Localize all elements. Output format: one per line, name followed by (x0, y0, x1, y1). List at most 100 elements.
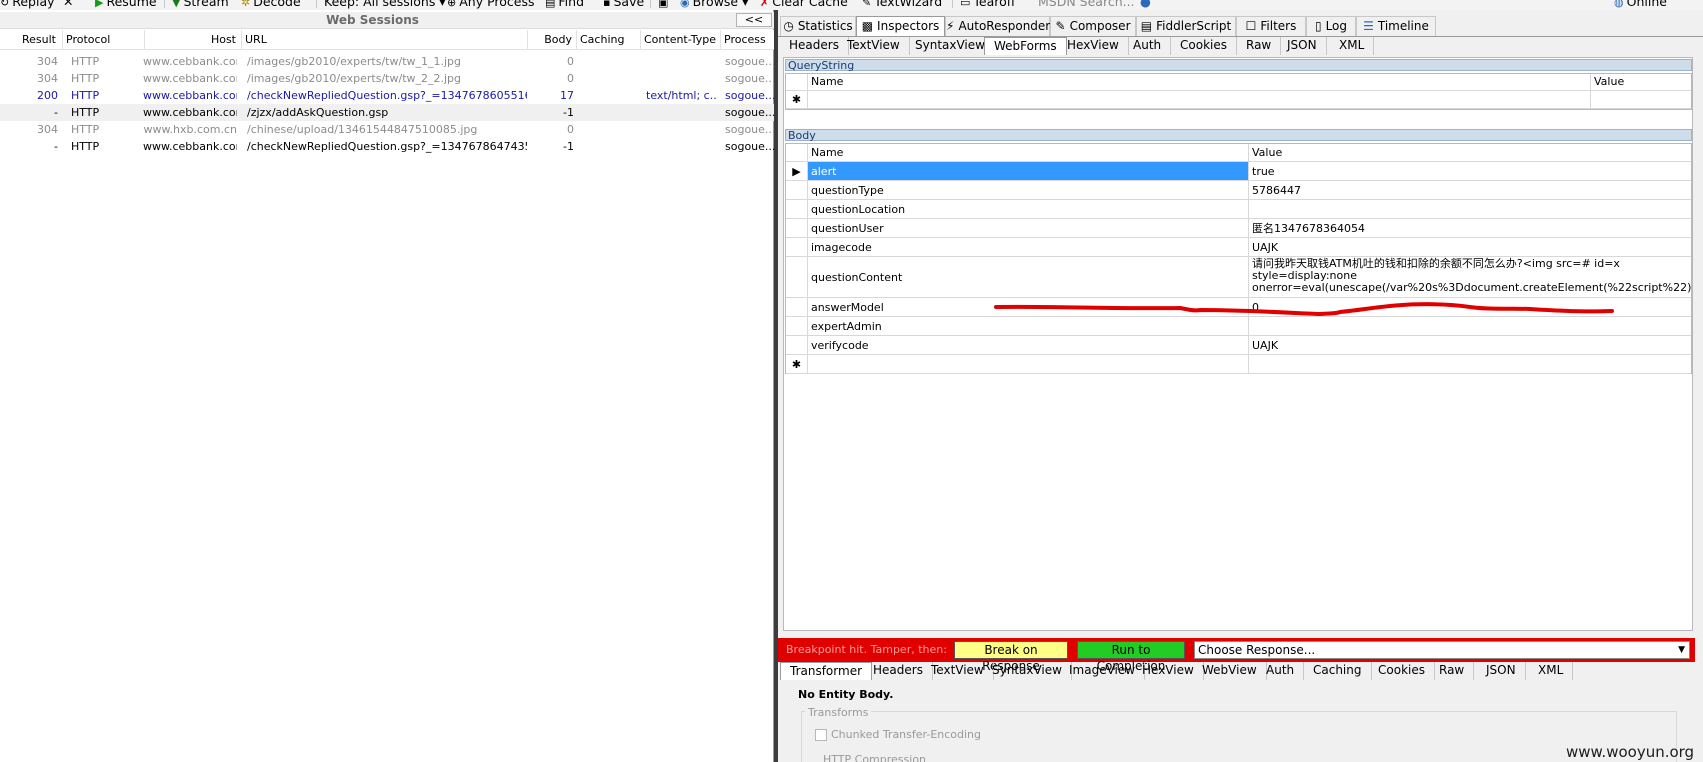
session-cell-host: www.cebbank.com (143, 89, 237, 102)
save-button[interactable]: ▪ Save (603, 0, 644, 9)
body-row-header[interactable] (786, 200, 808, 219)
resp-tab-webview[interactable]: WebView (1193, 662, 1267, 680)
req-tab-xml[interactable]: XML (1330, 37, 1375, 55)
querystring-new-name-cell[interactable] (808, 91, 1591, 109)
column-result[interactable]: Result (0, 30, 63, 50)
body-row-header[interactable] (786, 181, 808, 200)
body-col-name[interactable]: Name (808, 144, 1249, 162)
session-row[interactable]: 200 HTTP www.cebbank.com/checkNewRepliedQu… (0, 87, 774, 104)
req-tab-textview[interactable]: TextView (838, 37, 910, 55)
body-value-cell[interactable] (1249, 200, 1691, 219)
browse-button[interactable]: ◉ Browse ▾ (680, 0, 748, 9)
req-tab-hexview[interactable]: HexView (1058, 37, 1129, 55)
resp-tab-xml[interactable]: XML (1529, 662, 1574, 680)
body-value-cell[interactable]: UAJK (1249, 238, 1691, 257)
body-value-cell[interactable]: 匿名1347678364054 (1249, 219, 1691, 238)
querystring-col-name[interactable]: Name (808, 74, 1591, 91)
msdn-search-input[interactable]: MSDN Search... (1038, 0, 1135, 9)
req-tab-raw[interactable]: Raw (1237, 37, 1282, 55)
column-protocol[interactable]: Protocol (63, 30, 145, 50)
session-cell-process: sogoue... (725, 106, 774, 119)
body-name-cell[interactable]: questionContent (808, 257, 1249, 298)
body-name-cell[interactable]: imagecode (808, 238, 1249, 257)
column-url[interactable]: URL (242, 30, 528, 50)
tab-log[interactable]: ▯ Log (1306, 16, 1356, 36)
body-row-header[interactable] (786, 238, 808, 257)
screenshot-button[interactable]: ▣ (658, 0, 671, 9)
tearoff-button[interactable]: ▭ Tearoff (960, 0, 1015, 9)
session-row[interactable]: 304 HTTP www.cebbank.com/images/gb2010/exp… (0, 53, 774, 70)
clear-cache-button[interactable]: ✗ Clear Cache (760, 0, 848, 9)
resp-tab-syntaxview[interactable]: SyntaxView (983, 662, 1072, 680)
any-process-button[interactable]: ⊕ Any Process (447, 0, 534, 9)
column-host[interactable]: Host (145, 30, 242, 50)
find-button[interactable]: ▤ Find (545, 0, 584, 9)
querystring-new-value-cell[interactable] (1591, 91, 1691, 109)
resp-tab-json[interactable]: JSON (1477, 662, 1526, 680)
keep-sessions-dropdown[interactable]: Keep: All sessions ▾ (324, 0, 446, 9)
session-row[interactable]: 304 HTTP www.cebbank.com/images/gb2010/exp… (0, 70, 774, 87)
body-col-value[interactable]: Value (1249, 144, 1691, 162)
req-tab-cookies[interactable]: Cookies (1171, 37, 1237, 55)
tab-timeline[interactable]: ☰ Timeline (1356, 16, 1436, 36)
wand-icon: ✎ (862, 0, 872, 9)
current-row-arrow-icon[interactable]: ▶ (786, 162, 808, 181)
body-name-cell[interactable]: questionUser (808, 219, 1249, 238)
body-name-cell[interactable]: questionLocation (808, 200, 1249, 219)
tab-autoresponder[interactable]: ⚡ AutoResponder (945, 16, 1050, 36)
body-row-header[interactable] (786, 257, 808, 298)
replay-button[interactable]: ↻ Replay (0, 0, 55, 9)
tab-fiddlerscript[interactable]: ▤ FiddlerScript (1136, 16, 1236, 36)
textwizard-button[interactable]: ✎ TextWizard (862, 0, 942, 9)
session-cell-result: 304 (37, 123, 58, 136)
tab-inspectors[interactable]: ▩ Inspectors (856, 16, 945, 36)
body-name-cell[interactable]: alert (808, 162, 1249, 181)
resume-button[interactable]: ▶ Resume (95, 0, 157, 9)
body-value-cell[interactable]: UAJK (1249, 336, 1691, 355)
body-name-cell[interactable]: questionType (808, 181, 1249, 200)
checkbox-box[interactable] (815, 729, 827, 741)
run-to-completion-button[interactable]: Run to Completion (1077, 641, 1185, 673)
resp-tab-transformer[interactable]: Transformer (780, 662, 873, 680)
body-row-header[interactable] (786, 317, 808, 336)
dropdown-arrow-icon: ▼ (1678, 645, 1685, 655)
chunked-transfer-checkbox[interactable]: Chunked Transfer-Encoding (815, 728, 981, 741)
column-caching[interactable]: Caching (577, 30, 641, 50)
session-row[interactable]: - HTTP www.cebbank.com/zjzx/addAskQuestion… (0, 104, 774, 121)
online-indicator[interactable]: ◍ Online (1614, 0, 1667, 9)
body-value-cell[interactable]: 5786447 (1249, 181, 1691, 200)
break-on-response-button[interactable]: Break on Response (954, 641, 1068, 673)
tab-statistics[interactable]: ◷ Statistics (780, 16, 856, 36)
body-row-header[interactable] (786, 219, 808, 238)
body-value-cell[interactable]: true (1249, 162, 1691, 181)
body-row-header[interactable] (786, 298, 808, 317)
body-row-header[interactable] (786, 336, 808, 355)
column-body[interactable]: Body (528, 30, 577, 50)
req-tab-syntaxview[interactable]: SyntaxView (906, 37, 995, 55)
req-tab-auth[interactable]: Auth (1124, 37, 1172, 55)
resp-tab-cookies[interactable]: Cookies (1369, 662, 1435, 680)
session-row[interactable]: 304 HTTP www.hxb.com.cn/chinese/upload/134… (0, 121, 774, 138)
help-icon[interactable]: ● (1140, 0, 1151, 9)
column-process[interactable]: Process (721, 30, 774, 50)
req-tab-webforms[interactable]: WebForms (984, 37, 1067, 55)
resp-tab-raw[interactable]: Raw (1430, 662, 1475, 680)
column-content-type[interactable]: Content-Type (641, 30, 721, 50)
body-name-cell[interactable]: verifycode (808, 336, 1249, 355)
resp-tab-auth[interactable]: Auth (1257, 662, 1305, 680)
body-new-name-cell[interactable] (808, 355, 1249, 374)
req-tab-json[interactable]: JSON (1278, 37, 1327, 55)
choose-response-dropdown[interactable]: Choose Response... ▼ (1194, 641, 1690, 659)
resp-tab-caching[interactable]: Caching (1304, 662, 1372, 680)
tab-composer[interactable]: ✎ Composer (1050, 16, 1136, 36)
session-row[interactable]: - HTTP www.cebbank.com/checkNewRepliedQues… (0, 138, 774, 155)
decode-button[interactable]: ✲ Decode (241, 0, 301, 9)
session-cell-caching (581, 104, 639, 121)
body-new-value-cell[interactable] (1249, 355, 1691, 374)
body-value-cell[interactable]: 请问我昨天取钱ATM机吐的钱和扣除的余额不同怎么办?<img src=# id=… (1249, 257, 1691, 298)
collapse-pane-button[interactable]: << (736, 13, 772, 27)
remove-button[interactable]: ✕ (63, 0, 73, 9)
stream-button[interactable]: ▼ Stream (172, 0, 229, 9)
tab-filters[interactable]: ☐ Filters (1236, 16, 1306, 36)
querystring-col-value[interactable]: Value (1591, 74, 1691, 91)
